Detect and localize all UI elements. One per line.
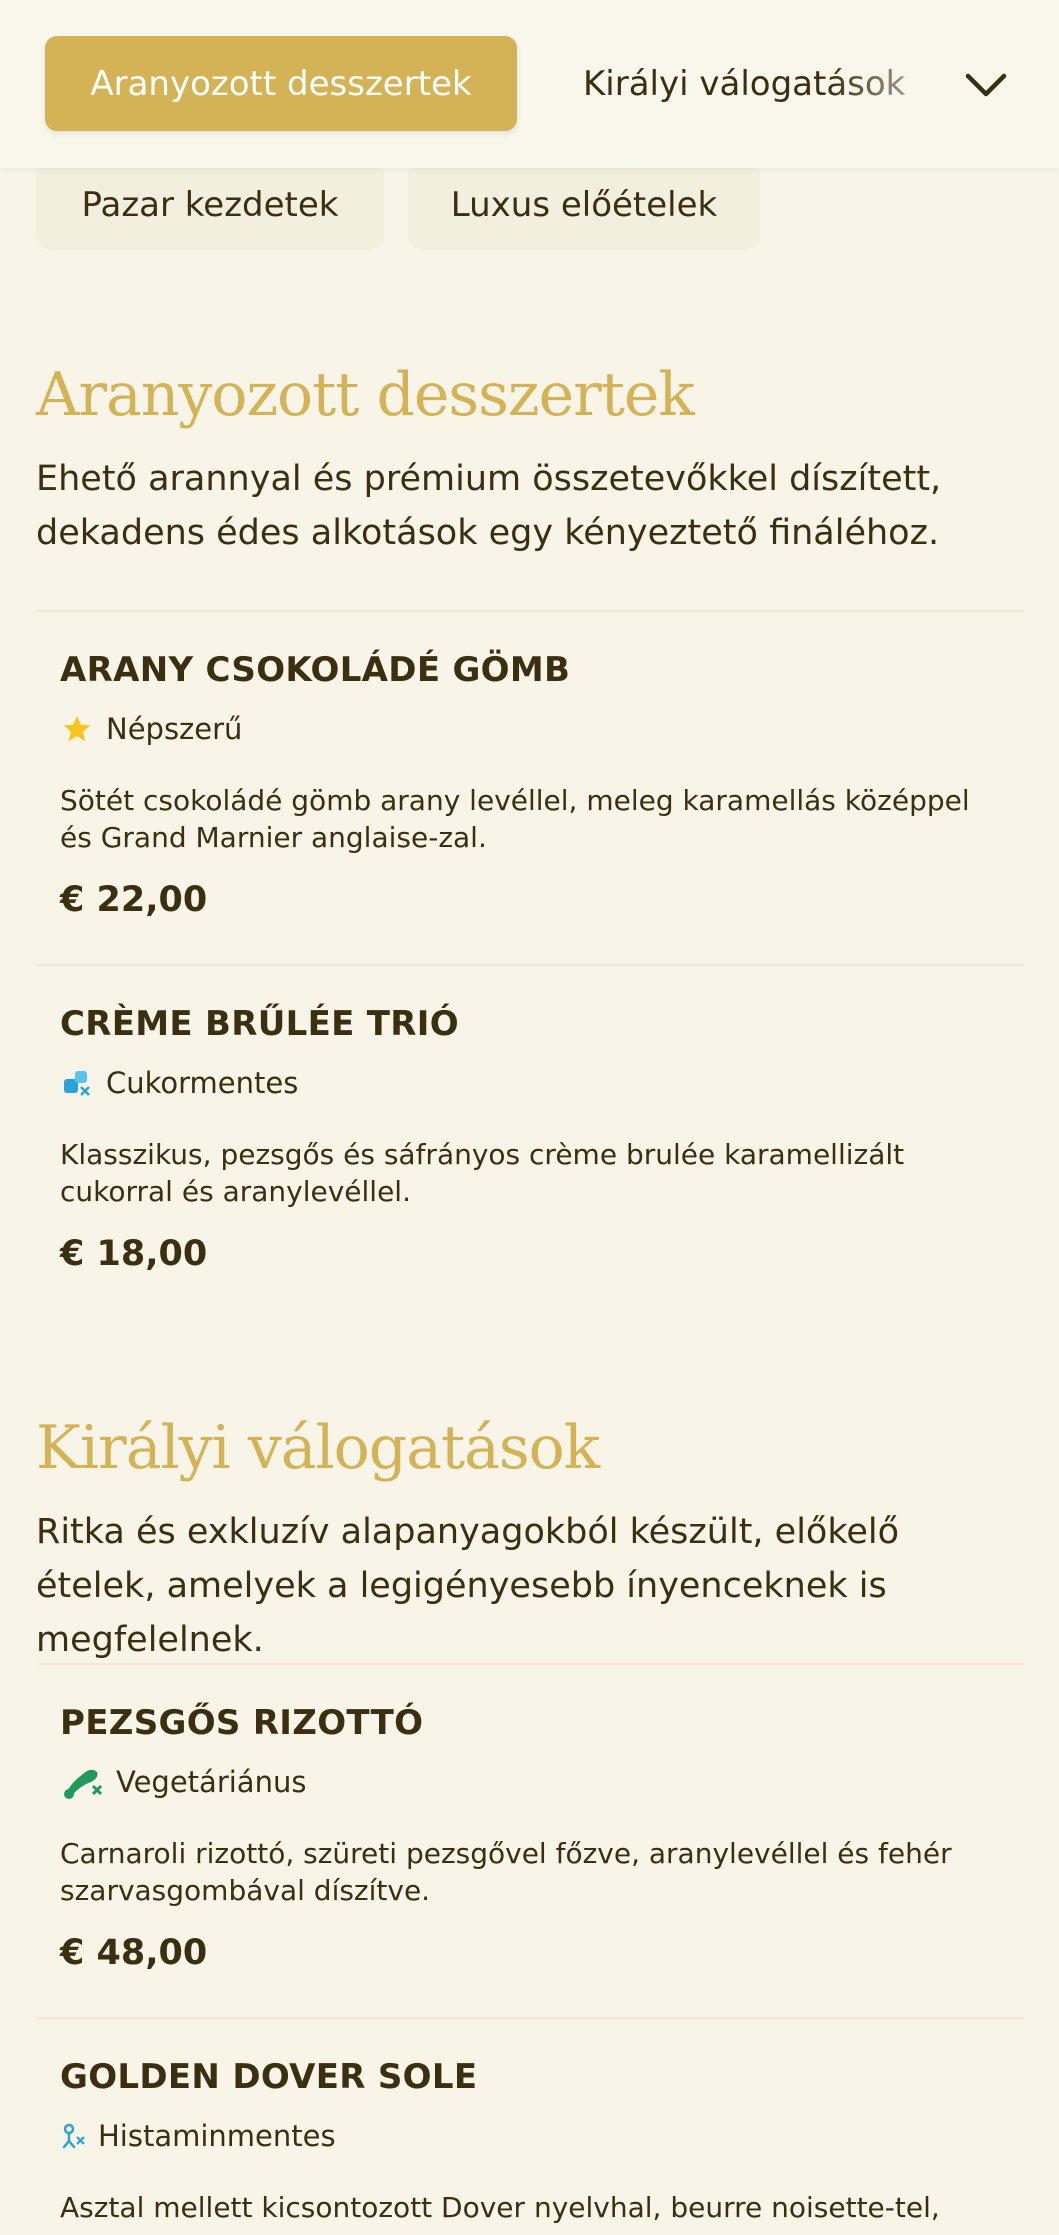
divider [36, 2017, 1024, 2019]
item-description: Carnaroli rizottó, szüreti pezsgővel főz… [60, 1837, 952, 1907]
item-tag: Histaminmentes [60, 2119, 336, 2153]
item-description: Sötét csokoládé gömb arany levéllel, mel… [60, 784, 970, 854]
vegetarian-icon [60, 1765, 104, 1799]
divider [36, 1663, 1024, 1665]
item-tag-label: Vegetáriánus [116, 1765, 307, 1799]
pill-luxus-eloetelek[interactable]: Luxus előételek [408, 160, 760, 250]
divider [36, 964, 1024, 966]
pill-pazar-kezdetek[interactable]: Pazar kezdetek [36, 160, 384, 250]
section-title: Aranyozott desszertek [36, 360, 695, 430]
item-price: € 22,00 [60, 880, 208, 920]
item-tag: Népszerű [60, 712, 242, 746]
section-description: Ehető arannyal és prémium összetevőkkel … [36, 459, 942, 553]
section-description: Ritka és exkluzív alapanyagokból készült… [36, 1512, 900, 1660]
histamine-free-icon [60, 2119, 86, 2153]
item-tag-label: Histaminmentes [98, 2119, 336, 2153]
tab-aranyozott-desszertek[interactable]: Aranyozott desszertek [45, 36, 517, 131]
section-title: Királyi válogatások [36, 1413, 600, 1483]
chevron-down-icon[interactable] [958, 58, 1014, 114]
item-name: ARANY CSOKOLÁDÉ GÖMB [60, 650, 571, 690]
star-icon [60, 712, 94, 746]
item-price: € 18,00 [60, 1234, 208, 1274]
item-description: Asztal mellett kicsontozott Dover nyelvh… [60, 2191, 940, 2224]
item-price: € 48,00 [60, 1933, 208, 1973]
item-name: GOLDEN DOVER SOLE [60, 2057, 478, 2097]
sugar-free-icon [60, 1066, 94, 1100]
item-description: Klasszikus, pezsgős és sáfrányos crème b… [60, 1138, 905, 1208]
item-tag-label: Népszerű [106, 712, 243, 746]
category-nav-bar: Aranyozott desszertek Királyi válogatáso… [0, 0, 1059, 168]
item-tag: Vegetáriánus [60, 1765, 306, 1799]
item-name: CRÈME BRŰLÉE TRIÓ [60, 1004, 459, 1044]
item-name: PEZSGŐS RIZOTTÓ [60, 1703, 424, 1743]
item-tag: Cukormentes [60, 1066, 298, 1100]
tab-kiralyi-valogatasok[interactable]: Királyi válogatások [583, 36, 933, 131]
divider [36, 610, 1024, 612]
item-tag-label: Cukormentes [106, 1066, 299, 1100]
